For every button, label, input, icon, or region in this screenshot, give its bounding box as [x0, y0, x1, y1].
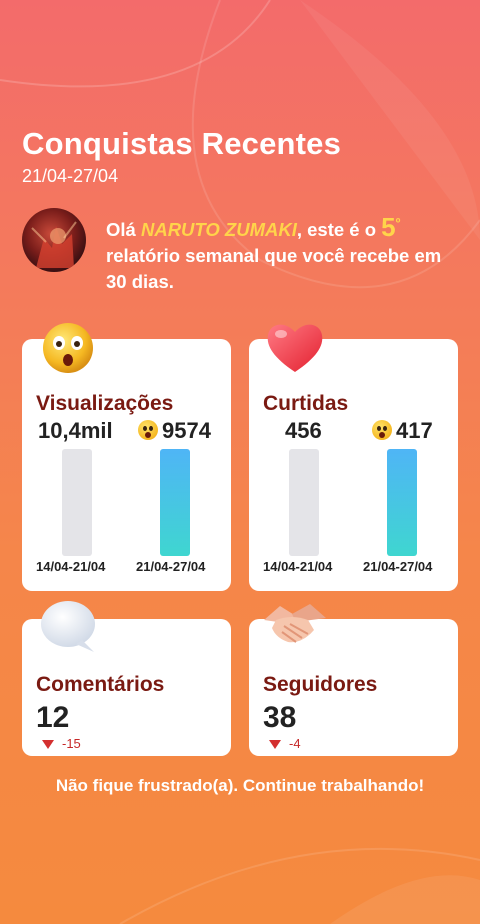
comments-value: 12: [36, 701, 70, 734]
followers-delta: -4: [269, 736, 301, 751]
greeting-suffix: relatório semanal que você recebe em 30 …: [106, 245, 442, 292]
views-current-bar: [160, 449, 190, 556]
likes-previous-value: 456: [285, 418, 322, 443]
heart-icon: [267, 324, 323, 372]
views-previous-value: 10,4mil: [38, 418, 113, 443]
likes-current-value: 417: [396, 418, 433, 443]
greeting-text: Olá NARUTO ZUMAKI, este é o 5º relatório…: [106, 214, 456, 295]
surprised-face-icon: [43, 323, 93, 373]
likes-current-period: 21/04-27/04: [363, 559, 433, 574]
avatar-image: [31, 221, 77, 268]
surprised-face-icon: [138, 420, 158, 440]
followers-delta-value: -4: [289, 736, 301, 751]
motivation-message: Não fique frustrado(a). Continue trabalh…: [55, 776, 425, 795]
views-current-period: 21/04-27/04: [136, 559, 206, 574]
speech-bubble-icon: [41, 601, 95, 652]
likes-label: Curtidas: [263, 392, 349, 415]
avatar[interactable]: [22, 208, 86, 272]
likes-card[interactable]: Curtidas 456 417 14/04-21/04 21/04-27/04: [249, 339, 458, 591]
views-label: Visualizações: [36, 392, 174, 415]
comments-delta: -15: [42, 736, 81, 751]
greeting-prefix: Olá: [106, 219, 141, 240]
views-previous-period: 14/04-21/04: [36, 559, 106, 574]
handshake-icon: [264, 604, 326, 643]
date-range: 21/04-27/04: [22, 166, 119, 186]
likes-previous-bar: [289, 449, 319, 556]
page-title: Conquistas Recentes: [22, 126, 342, 161]
followers-label: Seguidores: [263, 673, 378, 696]
views-current-value: 9574: [162, 418, 211, 443]
surprised-face-icon: [372, 420, 392, 440]
down-arrow-icon: [42, 740, 54, 750]
views-card[interactable]: Visualizações 10,4mil 9574 14/04-21/04 2…: [22, 339, 231, 591]
likes-current-bar: [387, 449, 417, 556]
likes-previous-period: 14/04-21/04: [263, 559, 333, 574]
down-arrow-icon: [269, 740, 281, 750]
report-number: 5: [381, 212, 396, 242]
report-ordinal: º: [395, 215, 401, 230]
greeting-middle: , este é o: [296, 219, 382, 240]
comments-label: Comentários: [36, 673, 165, 696]
user-name: NARUTO ZUMAKI: [140, 219, 297, 240]
comments-delta-value: -15: [62, 736, 81, 751]
views-previous-bar: [62, 449, 92, 556]
followers-value: 38: [263, 701, 297, 734]
